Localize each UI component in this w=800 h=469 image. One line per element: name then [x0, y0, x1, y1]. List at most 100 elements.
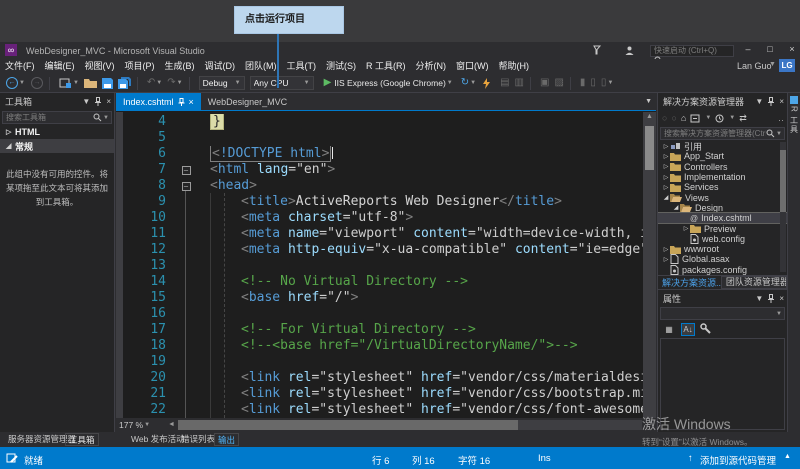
undo-icon[interactable]: ↶ [147, 74, 155, 92]
code-line[interactable]: 9<title>ActiveReports Web Designer</titl… [116, 194, 643, 210]
toolbox-header[interactable]: 工具箱 ▼ × [0, 93, 114, 110]
tree-item-引用[interactable]: ▷引用 [658, 141, 787, 151]
pin-icon[interactable] [767, 97, 775, 106]
save-all-icon[interactable] [118, 77, 131, 89]
toolbar-overflow-icon[interactable]: ‥ [778, 113, 784, 124]
code-line[interactable]: 8–<head> [116, 178, 643, 194]
properties-header[interactable]: 属性 ▼ × [658, 289, 787, 306]
menu-item-11[interactable]: 窗口(W) [451, 59, 494, 74]
bottom-tab-output-group-2[interactable]: 输出 [214, 433, 239, 446]
search-options-caret[interactable]: ▼ [776, 131, 782, 137]
tree-item-design[interactable]: ◢Design [658, 203, 787, 213]
menu-item-2[interactable]: 视图(V) [80, 59, 120, 74]
menu-item-10[interactable]: 分析(N) [411, 59, 452, 74]
sync-class-view-icon[interactable]: ▤ [500, 74, 509, 92]
navigate-back-icon[interactable]: ← [6, 77, 18, 89]
menu-item-5[interactable]: 调试(D) [200, 59, 241, 74]
close-icon[interactable]: × [779, 294, 784, 303]
undo-caret[interactable]: ▼ [156, 80, 162, 86]
tree-item-web.config[interactable]: web.config [658, 234, 787, 244]
menu-item-9[interactable]: R 工具(R) [361, 59, 411, 74]
collapsed-arrow-icon[interactable]: ▷ [662, 163, 670, 170]
close-icon[interactable]: × [779, 97, 784, 106]
browser-link-icon[interactable] [481, 78, 492, 89]
code-line[interactable]: 21<link rel="stylesheet" href="vendor/cs… [116, 386, 643, 402]
menu-item-3[interactable]: 项目(P) [120, 59, 160, 74]
platform-combo[interactable]: Any CPU▼ [250, 76, 314, 90]
maximize-button[interactable]: □ [762, 44, 778, 54]
autohide-tab-r-tools[interactable]: R 工具 [788, 96, 800, 134]
code-line[interactable]: 20<link rel="stylesheet" href="vendor/cs… [116, 370, 643, 386]
code-line[interactable]: 17<!-- For Virtual Directory --> [116, 322, 643, 338]
navigate-to-icon[interactable]: ▨ [554, 74, 563, 92]
menu-item-12[interactable]: 帮助(H) [494, 59, 535, 74]
redo-icon[interactable]: ↷ [167, 74, 175, 92]
menu-item-1[interactable]: 编辑(E) [40, 59, 80, 74]
menu-item-7[interactable]: 工具(T) [282, 59, 322, 74]
code-line[interactable]: 7–<html lang="en"> [116, 162, 643, 178]
tree-item-services[interactable]: ▷Services [658, 182, 787, 192]
user-feedback-icon[interactable] [624, 45, 635, 56]
home-icon[interactable]: ⌂ [681, 113, 686, 123]
previous-bookmark-icon[interactable]: ▯ [590, 74, 596, 92]
close-button[interactable]: × [784, 44, 800, 54]
code-line[interactable]: 13 [116, 258, 643, 274]
menu-item-6[interactable]: 团队(M) [240, 59, 282, 74]
refresh-icon[interactable]: ↻ [461, 74, 469, 92]
collapsed-arrow-icon[interactable]: ▷ [662, 246, 670, 253]
zoom-caret-icon[interactable]: ▼ [144, 422, 150, 428]
code-line[interactable]: 10<meta charset="utf-8"> [116, 210, 643, 226]
toolbox-search-input[interactable]: 搜索工具箱 ▼ [2, 111, 112, 124]
toolbar-overflow-caret[interactable]: ▼ [607, 80, 613, 86]
toolbox-group-常规[interactable]: ◢常规 [0, 139, 114, 153]
tab-webdesigner_mvc[interactable]: WebDesigner_MVC [201, 93, 294, 110]
refresh-caret[interactable]: ▼ [470, 80, 476, 86]
bookmark-icon[interactable]: ▮ [580, 74, 586, 92]
user-dropdown-caret[interactable]: ▼ [769, 61, 776, 68]
tab-index.cshtml[interactable]: Index.cshtml× [116, 93, 201, 110]
run-target-label[interactable]: IIS Express (Google Chrome) [334, 74, 445, 92]
close-icon[interactable]: × [189, 97, 194, 107]
editor-zoom-control[interactable]: 177 % ▼ [119, 419, 165, 431]
tree-scrollbar[interactable] [780, 142, 786, 272]
sync-with-active-document-icon[interactable]: ⇄ [739, 113, 747, 124]
code-line[interactable]: 12<meta http-equiv="x-ua-compatible" con… [116, 242, 643, 258]
open-folder-icon[interactable] [84, 78, 97, 88]
tree-item-app_start[interactable]: ▷App_Start [658, 151, 787, 161]
horizontal-scroll-thumb[interactable] [178, 420, 518, 430]
expanded-arrow-icon[interactable]: ◢ [672, 204, 680, 211]
bottom-tab-1[interactable]: 工具箱 [65, 433, 99, 446]
back-icon[interactable]: ○ [662, 113, 667, 123]
new-dropdown-caret[interactable]: ▼ [73, 80, 79, 86]
code-line[interactable]: 16 [116, 306, 643, 322]
tree-item-index.cshtml[interactable]: @Index.cshtml [658, 213, 787, 223]
feedback-flag-icon[interactable] [592, 45, 602, 56]
toolbox-group-html[interactable]: ▷HTML [0, 125, 114, 139]
quick-launch-input[interactable]: 快速启动 (Ctrl+Q) [650, 45, 734, 57]
close-icon[interactable]: × [106, 97, 111, 106]
redo-caret[interactable]: ▼ [177, 80, 183, 86]
code-line[interactable]: 4} [116, 114, 643, 130]
tree-item-packages.config[interactable]: packages.config [658, 265, 787, 275]
menu-item-0[interactable]: 文件(F) [0, 59, 40, 74]
code-line[interactable]: 6<!DOCTYPE html> [116, 146, 643, 162]
panel-tab-solution-explorer[interactable]: 解决方案资源... [658, 276, 721, 289]
window-position-caret-icon[interactable]: ▼ [82, 97, 90, 106]
vertical-scroll-thumb[interactable] [645, 126, 654, 170]
tree-scroll-thumb[interactable] [780, 150, 786, 212]
tree-item-implementation[interactable]: ▷Implementation [658, 172, 787, 182]
collapsed-arrow-icon[interactable]: ▷ [662, 153, 670, 160]
menu-item-4[interactable]: 生成(B) [160, 59, 200, 74]
code-line[interactable]: 19 [116, 354, 643, 370]
horizontal-scroll-track[interactable] [178, 420, 642, 430]
code-line[interactable]: 18<!--<base href="/VirtualDirectoryName/… [116, 338, 643, 354]
source-control-caret-icon[interactable]: ▲ [784, 453, 791, 460]
collapsed-arrow-icon[interactable]: ▷ [662, 184, 670, 191]
window-position-caret-icon[interactable]: ▼ [755, 294, 763, 303]
code-line[interactable]: 5 [116, 130, 643, 146]
property-pages-wrench-icon[interactable] [700, 323, 714, 336]
minimize-button[interactable]: – [740, 44, 756, 54]
fold-margin[interactable]: – [174, 162, 198, 178]
code-line[interactable]: 15<base href="/"> [116, 290, 643, 306]
collapse-caret-icon[interactable]: ▼ [705, 115, 711, 121]
